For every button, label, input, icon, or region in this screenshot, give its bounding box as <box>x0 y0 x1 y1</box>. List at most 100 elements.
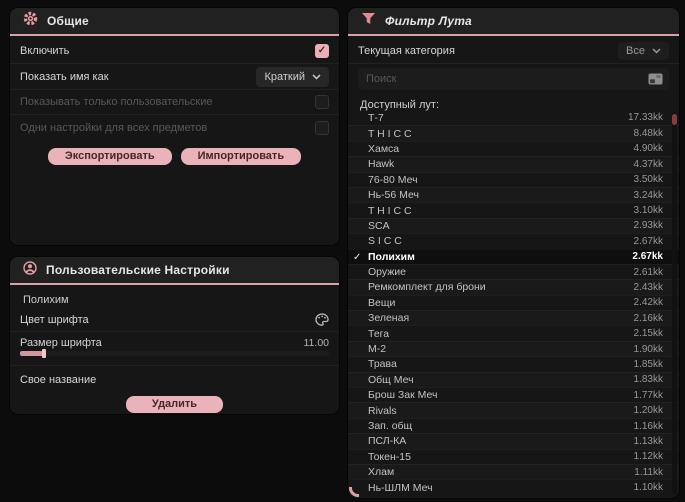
delete-row: Удалить <box>10 396 339 413</box>
palette-icon[interactable] <box>315 313 329 326</box>
font-color-row: Цвет шрифта <box>10 308 339 332</box>
loot-item-name: М-2 <box>368 343 387 356</box>
loot-item-row[interactable]: Брош Зак Меч 1.77kk <box>348 387 679 402</box>
loot-item-value: 1.16kk <box>633 420 663 432</box>
loot-item-name: Hawk <box>368 158 395 171</box>
loot-filter-title: Фильтр Лута <box>385 14 472 28</box>
loot-item-name: S I C C <box>368 235 402 248</box>
loot-item-value: 8.48kk <box>633 128 663 140</box>
font-size-value: 11.00 <box>303 337 330 349</box>
same-for-all-row[interactable]: Одни настройки для всех предметов <box>10 115 339 140</box>
only-custom-label: Показывать только пользовательские <box>20 96 213 108</box>
loot-item-value: 4.90kk <box>633 143 663 155</box>
funnel-icon <box>361 12 376 30</box>
loot-item-name: Нь-56 Меч <box>368 189 419 202</box>
loot-item-value: 4.37kk <box>633 158 663 170</box>
loot-item-row[interactable]: Ремкомплект для брони 2.43kk <box>348 279 679 294</box>
loot-item-name: Rivals <box>368 404 397 417</box>
loot-item-name: Оружие <box>368 266 406 279</box>
font-size-slider[interactable] <box>20 349 329 358</box>
name-mode-label: Показать имя как <box>20 70 109 83</box>
export-button[interactable]: Экспортировать <box>47 148 172 165</box>
user-settings-titlebar[interactable]: Пользовательские Настройки <box>10 257 339 283</box>
loot-item-row[interactable]: Зап. общ 1.16kk <box>348 418 679 433</box>
loot-item-value: 1.12kk <box>633 451 663 463</box>
search-options-icon[interactable] <box>648 73 663 85</box>
loot-item-row[interactable]: Нь-56 Меч 3.24kk <box>348 187 679 202</box>
category-combo[interactable]: Все <box>618 41 669 60</box>
user-settings-window: Пользовательские Настройки Полихим Цвет … <box>10 257 339 414</box>
user-settings-title: Пользовательские Настройки <box>46 263 230 277</box>
name-mode-value: Краткий <box>264 70 305 83</box>
loot-item-value: 2.16kk <box>633 312 663 324</box>
loot-item-row[interactable]: Токен-15 1.12kk <box>348 449 679 464</box>
loot-item-row[interactable]: Общ Меч 1.83kk <box>348 372 679 387</box>
loot-item-value: 2.93kk <box>633 220 663 232</box>
loot-item-value: 2.67kk <box>632 251 663 263</box>
loot-item-row[interactable]: ✓ Полихим 2.67kk <box>348 248 679 264</box>
loot-item-name: Хамса <box>368 142 400 155</box>
loot-item-row[interactable]: Хлам 1.11kk <box>348 464 679 479</box>
check-icon: ✓ <box>317 45 327 56</box>
custom-name-input[interactable]: Свое название <box>10 368 339 392</box>
loot-item-row[interactable]: Зеленая 2.16kk <box>348 310 679 325</box>
search-input[interactable] <box>366 73 648 85</box>
category-label: Текущая категория <box>358 44 455 57</box>
name-mode-combo[interactable]: Краткий <box>256 66 329 87</box>
general-settings-window: Общие Включить ✓ Показать имя как Кратки… <box>10 8 339 245</box>
loot-item-value: 17.33kk <box>627 112 663 124</box>
loot-item-name: Хлам <box>368 466 395 479</box>
loot-item-row[interactable]: 76-80 Меч 3.50kk <box>348 172 679 187</box>
loot-item-name: Т-7 <box>368 111 384 124</box>
loot-item-value: 1.11kk <box>634 466 663 478</box>
gear-icon <box>23 11 38 31</box>
loot-item-row[interactable]: Тега 2.15kk <box>348 325 679 340</box>
loot-item-row[interactable]: Оружие 2.61kk <box>348 264 679 279</box>
loot-item-row[interactable]: SCA 2.93kk <box>348 218 679 233</box>
loot-item-name: ПСЛ-КА <box>368 435 407 448</box>
loot-item-row[interactable]: Hawk 4.37kk <box>348 156 679 171</box>
loot-item-value: 1.85kk <box>633 358 663 370</box>
loot-item-row[interactable]: T H I C C 8.48kk <box>348 125 679 140</box>
loot-item-row[interactable]: Rivals 1.20kk <box>348 402 679 417</box>
loot-item-name: 76-80 Меч <box>368 173 418 186</box>
loot-item-row[interactable]: Нь-ШЛМ Меч 1.10kk <box>348 479 679 494</box>
loot-list: Т-7 17.33kk T H I C C 8.48kk Хамса 4.90k… <box>348 110 679 496</box>
loot-item-name: Трава <box>368 358 397 371</box>
slider-thumb[interactable] <box>42 349 46 358</box>
loot-item-value: 2.42kk <box>633 297 663 309</box>
loot-item-name: Общ Меч <box>368 373 414 386</box>
loot-item-name: T H I C C <box>368 204 412 217</box>
search-box <box>358 68 669 90</box>
loot-item-row[interactable]: Трава 1.85kk <box>348 356 679 371</box>
loot-item-row[interactable]: S I C C 2.67kk <box>348 233 679 248</box>
category-value: Все <box>626 44 645 57</box>
name-mode-row: Показать имя как Краткий <box>10 64 339 90</box>
loot-item-row[interactable]: Вещи 2.42kk <box>348 295 679 310</box>
loot-item-value: 2.61kk <box>633 266 663 278</box>
font-size-label: Размер шрифта <box>20 337 102 349</box>
loot-item-row[interactable]: T H I C C 3.10kk <box>348 202 679 217</box>
loot-item-name: Брош Зак Меч <box>368 389 438 402</box>
enable-row[interactable]: Включить ✓ <box>10 38 339 64</box>
delete-button[interactable]: Удалить <box>125 396 224 413</box>
loot-item-row[interactable]: М-2 1.90kk <box>348 341 679 356</box>
scrollbar-thumb[interactable] <box>672 114 677 125</box>
loot-item-name: Токен-15 <box>368 450 411 463</box>
same-for-all-checkbox[interactable] <box>315 120 329 135</box>
loot-item-name: Тега <box>368 327 390 340</box>
loot-item-value: 2.43kk <box>633 281 663 293</box>
loot-item-row[interactable]: ПСЛ-КА 1.13kk <box>348 433 679 448</box>
loot-item-value: 3.24kk <box>633 189 663 201</box>
loot-item-row[interactable]: Т-7 17.33kk <box>348 110 679 125</box>
loot-item-row[interactable]: Хамса 4.90kk <box>348 141 679 156</box>
general-titlebar[interactable]: Общие <box>10 8 339 34</box>
loot-item-name: Зап. общ <box>368 420 413 432</box>
only-custom-row[interactable]: Показывать только пользовательские <box>10 90 339 115</box>
only-custom-checkbox[interactable] <box>315 95 329 109</box>
loot-filter-titlebar[interactable]: Фильтр Лута <box>348 8 679 34</box>
loot-list-scrollbar[interactable] <box>672 112 677 494</box>
accent-divider <box>10 34 339 36</box>
import-button[interactable]: Импортировать <box>180 148 302 165</box>
enable-checkbox[interactable]: ✓ <box>315 43 329 58</box>
